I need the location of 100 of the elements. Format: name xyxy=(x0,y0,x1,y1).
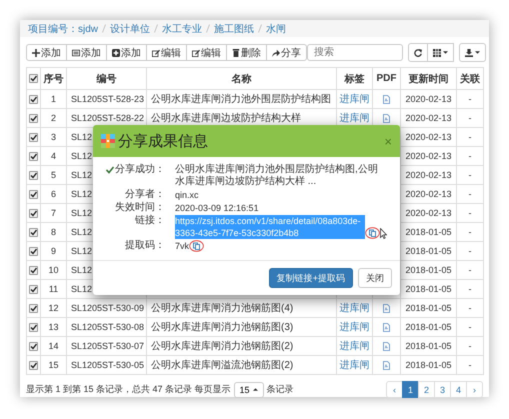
checkbox[interactable] xyxy=(29,171,38,180)
name-cell: 公明水库进库闸消力池钢筋图(3) xyxy=(151,322,294,333)
link-cell: - xyxy=(468,322,472,332)
checkbox[interactable] xyxy=(29,304,38,314)
pdf-icon[interactable] xyxy=(383,114,390,124)
row-number: 11 xyxy=(48,284,58,294)
code-cell: SL1205ST-528-22 xyxy=(71,113,144,123)
page-button[interactable]: › xyxy=(466,381,483,398)
toolbar-button[interactable]: 添加 xyxy=(26,44,67,61)
pdf-icon[interactable] xyxy=(383,304,390,314)
pdf-icon[interactable] xyxy=(383,361,390,370)
checkbox[interactable] xyxy=(29,152,38,162)
checkbox[interactable] xyxy=(29,114,38,124)
plus-icon xyxy=(32,48,40,56)
field-label: 链接： xyxy=(135,215,165,227)
breadcrumb-link[interactable]: 水闸 xyxy=(266,22,286,36)
page-button[interactable]: 3 xyxy=(434,381,451,398)
checkbox[interactable] xyxy=(29,361,38,370)
page-button[interactable]: 1 xyxy=(402,381,419,398)
toolbar-button[interactable]: 删除 xyxy=(226,44,267,61)
date-cell: 2020-02-13 xyxy=(405,151,452,161)
dialog-button[interactable]: 关闭 xyxy=(358,268,392,288)
date-cell: 2020-02-13 xyxy=(405,113,452,123)
row-number: 3 xyxy=(50,132,56,142)
link-cell: - xyxy=(468,265,472,275)
code-cell: SL12 xyxy=(71,132,92,142)
toolbar-button[interactable]: 添加 xyxy=(66,44,107,61)
list-icon xyxy=(72,48,80,56)
field-label: 分享成功： xyxy=(115,164,165,176)
checkbox[interactable] xyxy=(29,133,38,142)
checkbox[interactable] xyxy=(29,247,38,256)
toolbar-button[interactable] xyxy=(427,43,454,62)
code-cell: SL12 xyxy=(71,189,92,199)
link-cell: - xyxy=(468,246,472,256)
name-cell: 公明水库进库闸边坡防护结构大样 xyxy=(151,113,301,124)
checkbox[interactable] xyxy=(29,228,38,238)
checkbox[interactable] xyxy=(29,190,38,200)
checkbox[interactable] xyxy=(29,285,38,294)
name-cell: 公明水库进库闸溢流池钢筋图(2) xyxy=(151,360,294,371)
caret-icon xyxy=(443,51,448,54)
code-cell: SL12 xyxy=(71,227,92,237)
column-header[interactable]: 名称 xyxy=(232,74,252,84)
toolbar-button[interactable]: 添加 xyxy=(106,44,147,61)
date-cell: 2018-01-05 xyxy=(405,265,452,275)
toolbar-button[interactable] xyxy=(408,43,428,62)
checkbox[interactable] xyxy=(29,74,38,83)
code-cell: SL12 xyxy=(71,151,92,161)
column-header[interactable]: 编号 xyxy=(96,74,116,84)
toolbar-button[interactable]: 编辑 xyxy=(186,44,227,61)
pdf-icon[interactable] xyxy=(383,95,390,104)
record-summary: 显示第 1 到第 15 条记录，总共 47 条记录 每页显示 xyxy=(26,383,231,396)
check-icon xyxy=(106,166,114,174)
row-number: 2 xyxy=(50,113,56,123)
field-label: 分享者： xyxy=(125,189,165,201)
date-cell: 2018-01-05 xyxy=(405,303,452,313)
checkbox[interactable] xyxy=(29,209,38,218)
slash-icon xyxy=(154,24,158,33)
toolbar-button[interactable]: 编辑 xyxy=(146,44,187,61)
code-cell: SL12 xyxy=(71,265,92,275)
date-cell: 2018-01-05 xyxy=(405,341,452,351)
checkbox[interactable] xyxy=(29,266,38,276)
pdf-icon[interactable] xyxy=(383,342,390,352)
checkbox[interactable] xyxy=(29,95,38,104)
pdf-icon[interactable] xyxy=(383,323,390,332)
circled-copy-icon[interactable] xyxy=(189,240,204,252)
row-number: 1 xyxy=(50,94,56,104)
row-number: 5 xyxy=(50,170,56,180)
checkbox[interactable] xyxy=(29,323,38,332)
page-button[interactable]: 4 xyxy=(450,381,467,398)
row-number: 15 xyxy=(48,360,58,370)
link-cell: - xyxy=(468,360,472,370)
caret-icon xyxy=(475,51,480,54)
code-cell: SL12 xyxy=(71,284,92,294)
page-button[interactable]: 2 xyxy=(418,381,435,398)
row-number: 14 xyxy=(48,341,58,351)
link-cell: - xyxy=(468,208,472,218)
dialog-button[interactable]: 复制链接+提取码 xyxy=(268,268,353,288)
breadcrumb-link[interactable]: 设计单位 xyxy=(110,22,150,36)
breadcrumb-link[interactable]: 水工专业 xyxy=(162,22,202,36)
circled-copy-icon[interactable] xyxy=(365,227,380,239)
link-cell: - xyxy=(468,151,472,161)
cursor-icon xyxy=(380,228,387,239)
date-cell: 2020-02-13 xyxy=(405,132,452,142)
link-cell: - xyxy=(468,227,472,237)
breadcrumb-link[interactable]: 施工图纸 xyxy=(214,22,254,36)
page-size-select[interactable]: 15 xyxy=(234,382,264,398)
search-field[interactable]: 搜索 xyxy=(307,44,403,61)
checkbox[interactable] xyxy=(29,342,38,352)
toolbar-button[interactable] xyxy=(459,43,486,62)
code-cell: SL12 xyxy=(71,246,92,256)
link-cell: - xyxy=(468,189,472,199)
toolbar-button[interactable]: 分享 xyxy=(266,44,307,61)
edit-icon xyxy=(192,48,200,56)
field-label: 失效时间： xyxy=(115,202,165,214)
logo-icon xyxy=(101,134,115,148)
page-button[interactable]: ‹ xyxy=(386,381,403,398)
share-link[interactable]: https://zsj.itdos.com/v1/share/detail/08a803de-3363-43e5-7f7e-53c330f2b4b8 xyxy=(175,215,365,239)
code-cell: SL12 xyxy=(71,170,92,180)
name-cell: 公明水库进库闸消力池外围层防护结构图 xyxy=(151,94,331,105)
breadcrumb-link[interactable]: 项目编号：sjdw xyxy=(28,22,98,36)
